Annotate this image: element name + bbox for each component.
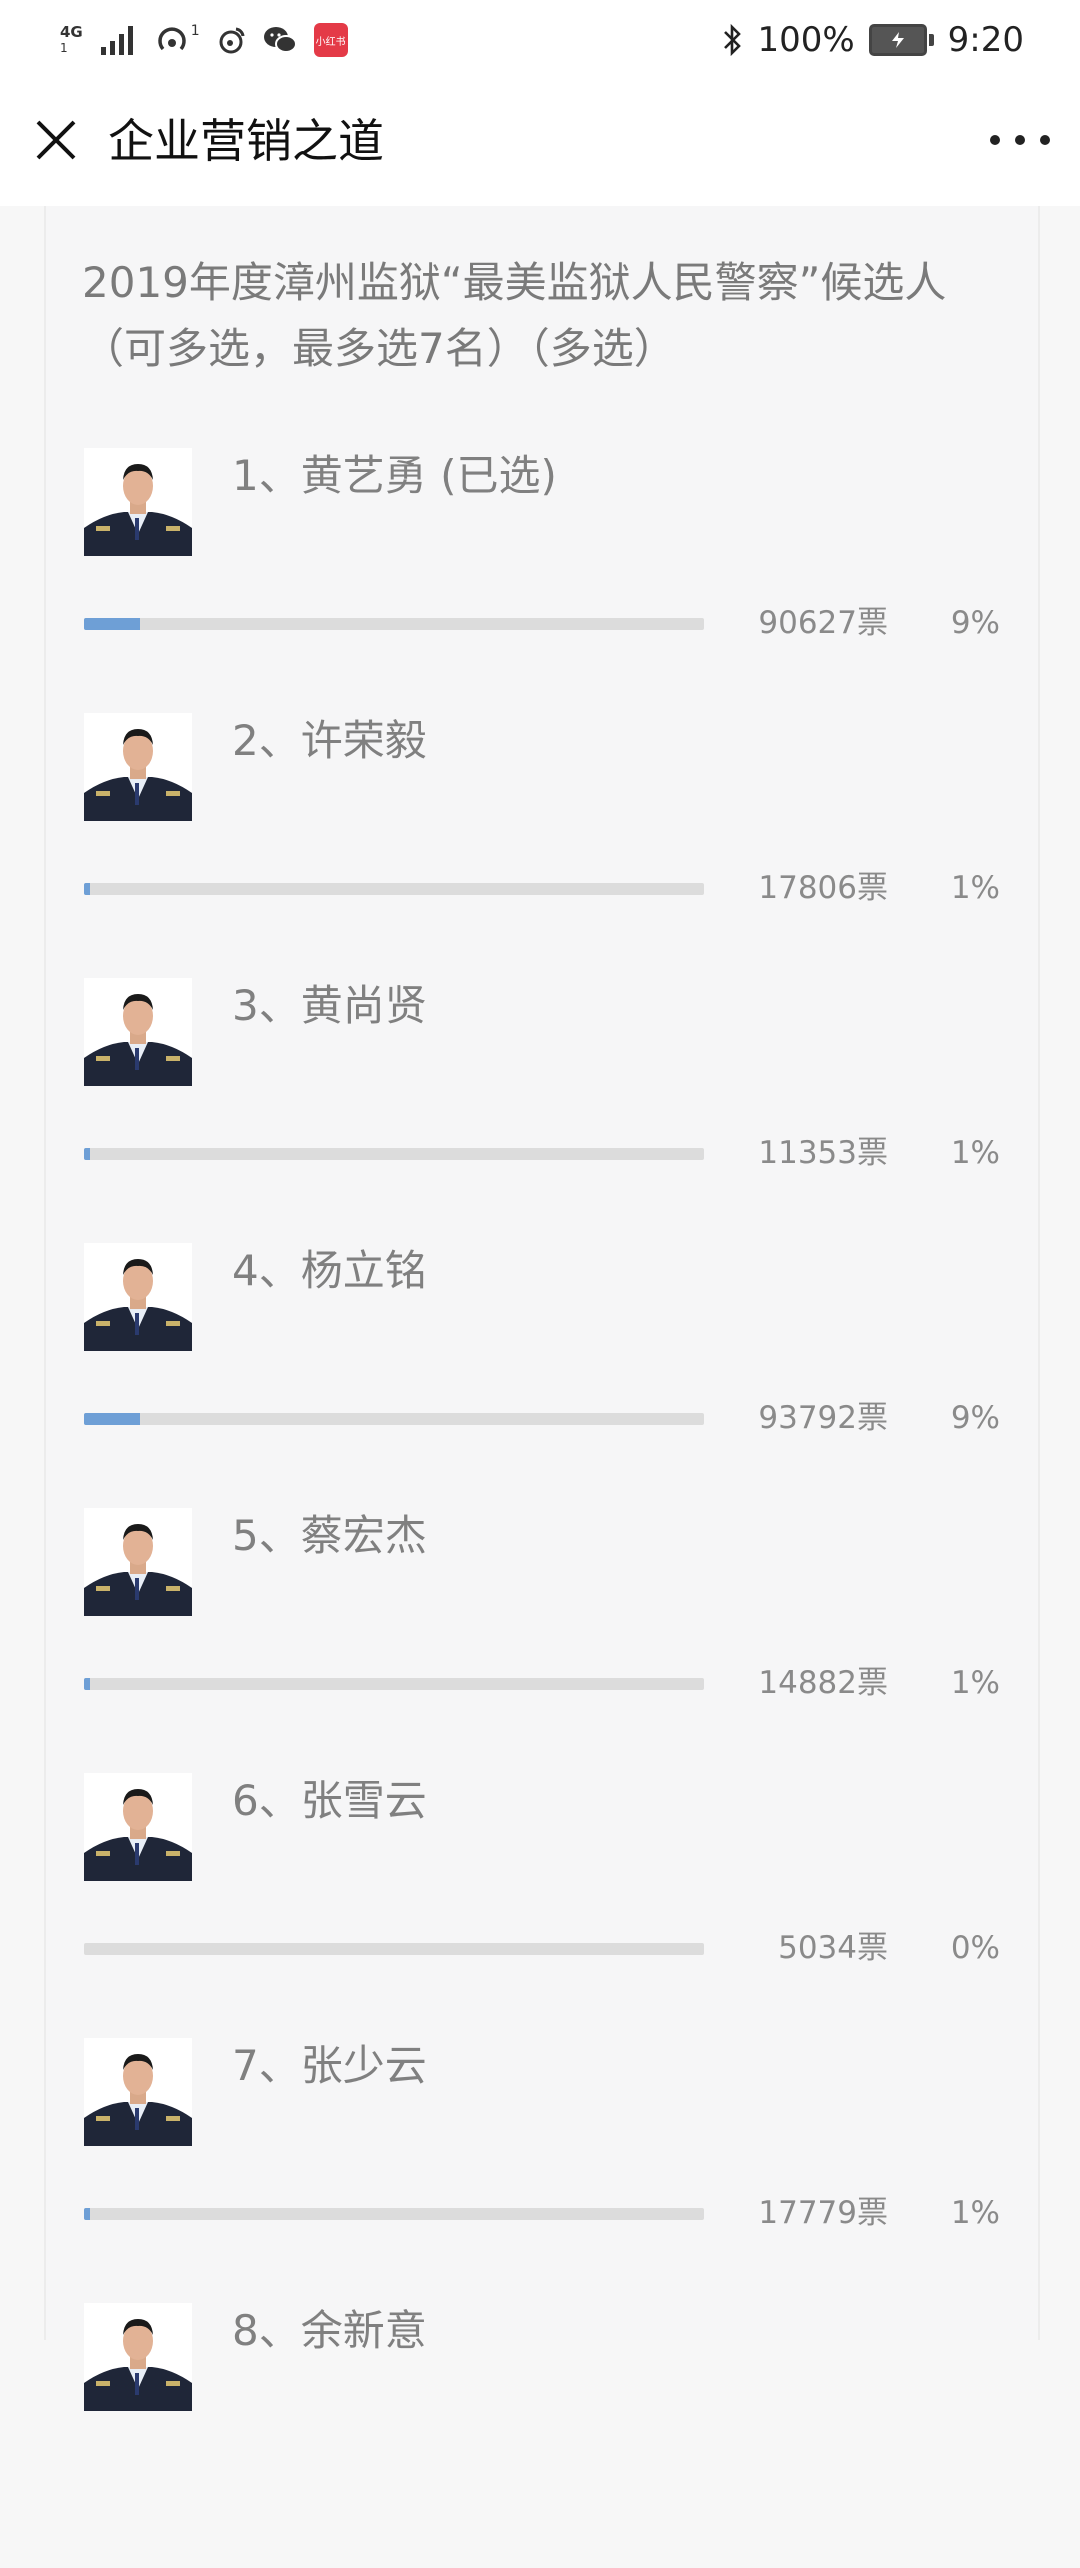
vote-percent: 0% [950,1930,1000,1966]
candidate-photo [84,1508,192,1616]
candidate-name: 4、杨立铭 [232,1246,427,1295]
navigation-bar: 企业营销之道 [0,78,1080,206]
more-options-button[interactable] [990,114,1050,166]
xiaohongshu-app-icon: 小红书 [313,23,348,57]
candidate-name: 6、张雪云 [232,1776,427,1825]
vote-progress-bar [84,2208,704,2220]
vote-percent: 9% [950,605,1000,641]
candidate-photo [84,1773,192,1881]
candidate-photo [84,978,192,1086]
vote-count: 14882票 [758,1665,888,1701]
vote-progress-bar [84,1678,704,1690]
weibo-icon [219,27,245,54]
close-icon [36,120,76,160]
candidate-photo [84,713,192,821]
vote-percent: 1% [950,1135,1000,1171]
vote-progress-fill [84,1678,91,1690]
vote-count: 5034票 [778,1930,888,1966]
vote-percent: 9% [950,1400,1000,1436]
poll-question: 2019年度漳州监狱“最美监狱人民警察”候选人（可多选，最多选7名）（多选） [82,258,947,373]
officer-portrait-icon [84,1243,192,1351]
app-badge-text: 小红书 [315,36,346,48]
close-button[interactable] [28,112,84,168]
vote-progress-fill [84,618,140,630]
candidate-item[interactable]: 1、黄艺勇 (已选) 90627票 9% [46,448,1038,713]
vote-progress-fill [84,2208,91,2220]
network-type: 4G [60,23,83,41]
hotspot-icon [158,27,186,51]
clock: 9:20 [947,20,1024,60]
vote-count: 17779票 [758,2195,888,2231]
vote-count: 11353票 [758,1135,888,1171]
battery-percent: 100% [757,20,855,60]
page-title: 企业营销之道 [108,114,384,168]
candidate-item[interactable]: 2、许荣毅 17806票 1% [46,713,1038,978]
candidate-item[interactable]: 7、张少云 17779票 1% [46,2038,1038,2303]
vote-percent: 1% [950,1665,1000,1701]
candidate-item[interactable]: 4、杨立铭 93792票 9% [46,1243,1038,1508]
officer-portrait-icon [84,1508,192,1616]
candidate-item[interactable]: 3、黄尚贤 11353票 1% [46,978,1038,1243]
vote-percent: 1% [950,870,1000,906]
vote-progress-fill [84,1413,140,1425]
battery-icon [868,24,934,56]
candidate-name: 1、黄艺勇 (已选) [232,451,557,500]
bluetooth-icon [724,23,742,57]
candidate-name: 8、余新意 [232,2306,427,2355]
poll-card: 2019年度漳州监狱“最美监狱人民警察”候选人（可多选，最多选7名）（多选） 1… [44,206,1040,2411]
status-left: 4G 1 1 小红书 [60,18,348,62]
candidate-photo [84,2303,192,2411]
vote-progress-bar [84,1943,704,1955]
more-dot-icon [1015,135,1025,145]
candidate-photo [84,2038,192,2146]
network-indicator: 4G 1 [60,24,83,56]
more-dot-icon [990,135,1000,145]
hotspot-indicator: 1 [155,23,200,57]
candidate-photo [84,448,192,556]
candidate-item[interactable]: 6、张雪云 5034票 0% [46,1773,1038,2038]
wechat-icon [263,27,297,53]
vote-count: 17806票 [758,870,888,906]
vote-progress-fill [84,883,91,895]
status-right: 100% 9:20 [721,18,1024,62]
vote-progress-bar [84,1413,704,1425]
officer-portrait-icon [84,2038,192,2146]
officer-portrait-icon [84,448,192,556]
vote-count: 93792票 [758,1400,888,1436]
candidate-photo [84,1243,192,1351]
status-bar: 4G 1 1 小红书 100% 9:20 [0,0,1080,78]
officer-portrait-icon [84,713,192,821]
charging-bolt-icon [891,32,904,48]
candidate-name: 3、黄尚贤 [232,981,427,1030]
vote-progress-fill [84,1148,91,1160]
more-dot-icon [1040,135,1050,145]
candidate-name: 7、张少云 [232,2041,427,2090]
vote-progress-bar [84,1148,704,1160]
vote-percent: 1% [950,2195,1000,2231]
signal-icon [100,26,133,55]
officer-portrait-icon [84,1773,192,1881]
candidate-name: 2、许荣毅 [232,716,427,765]
hotspot-count: 1 [190,23,200,39]
vote-progress-bar [84,883,704,895]
vote-progress-bar [84,618,704,630]
candidate-name: 5、蔡宏杰 [232,1511,427,1560]
candidate-item[interactable]: 8、余新意 [46,2303,1038,2568]
vote-count: 90627票 [758,605,888,641]
officer-portrait-icon [84,978,192,1086]
officer-portrait-icon [84,2303,192,2411]
network-sub: 1 [60,41,68,55]
candidate-item[interactable]: 5、蔡宏杰 14882票 1% [46,1508,1038,1773]
